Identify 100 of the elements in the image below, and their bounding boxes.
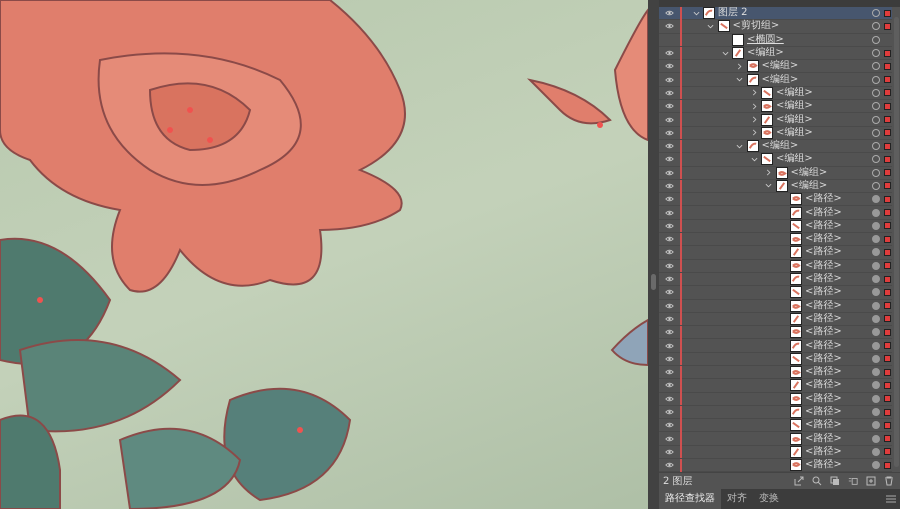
- layer-row[interactable]: <路径>: [659, 419, 892, 432]
- selection-indicator[interactable]: [884, 435, 891, 442]
- eye-icon[interactable]: [664, 90, 674, 96]
- eye-icon[interactable]: [664, 369, 674, 376]
- eye-icon[interactable]: [664, 342, 674, 349]
- layer-row[interactable]: <路径>: [659, 326, 892, 340]
- layer-row[interactable]: <路径>: [659, 206, 892, 220]
- layer-row[interactable]: <编组>: [659, 100, 892, 114]
- target-circle-icon[interactable]: [872, 421, 880, 430]
- panel-tab[interactable]: 路径查找器: [659, 489, 721, 509]
- layer-row[interactable]: <编组>: [659, 140, 892, 154]
- layer-row[interactable]: <路径>: [659, 352, 892, 366]
- layer-row[interactable]: <编组>: [659, 86, 892, 100]
- export-icon[interactable]: [794, 476, 804, 486]
- target-circle-icon[interactable]: [872, 328, 880, 336]
- eye-icon[interactable]: [664, 196, 674, 202]
- eye-icon[interactable]: [664, 103, 674, 110]
- layer-row[interactable]: <路径>: [659, 432, 892, 446]
- eye-icon[interactable]: [664, 50, 674, 56]
- eye-icon[interactable]: [664, 210, 674, 216]
- selection-indicator[interactable]: [884, 169, 891, 176]
- target-circle-icon[interactable]: [872, 394, 880, 403]
- chevron-right-icon[interactable]: [736, 62, 743, 70]
- target-circle-icon[interactable]: [872, 222, 880, 230]
- target-circle-icon[interactable]: [872, 448, 880, 456]
- target-circle-icon[interactable]: [872, 168, 880, 177]
- menu-icon[interactable]: [886, 495, 896, 503]
- eye-icon[interactable]: [664, 23, 674, 30]
- target-circle-icon[interactable]: [872, 342, 880, 350]
- eye-icon[interactable]: [664, 156, 674, 162]
- layer-row[interactable]: <编组>: [659, 60, 892, 74]
- eye-icon[interactable]: [664, 222, 674, 229]
- selection-indicator[interactable]: [884, 248, 891, 256]
- eye-icon[interactable]: [664, 289, 674, 296]
- selection-indicator[interactable]: [884, 395, 891, 402]
- eye-icon[interactable]: [664, 409, 674, 416]
- chevron-down-icon[interactable]: [750, 156, 758, 163]
- eye-icon[interactable]: [664, 170, 674, 176]
- layer-row[interactable]: <路径>: [659, 260, 892, 273]
- new-layer-icon[interactable]: [866, 476, 876, 486]
- target-circle-icon[interactable]: [872, 434, 880, 443]
- layer-row[interactable]: <编组>: [659, 153, 892, 167]
- selection-indicator[interactable]: [884, 408, 891, 416]
- selection-indicator[interactable]: [884, 262, 891, 270]
- target-circle-icon[interactable]: [872, 88, 880, 97]
- selection-indicator[interactable]: [884, 129, 891, 136]
- target-circle-icon[interactable]: [872, 354, 880, 363]
- eye-icon[interactable]: [664, 316, 674, 322]
- target-circle-icon[interactable]: [872, 9, 880, 18]
- layer-row[interactable]: <编组>: [659, 46, 892, 60]
- target-circle-icon[interactable]: [872, 302, 880, 310]
- chevron-down-icon[interactable]: [692, 10, 700, 17]
- eye-icon[interactable]: [664, 422, 674, 428]
- target-circle-icon[interactable]: [872, 22, 880, 30]
- selection-indicator[interactable]: [884, 196, 891, 203]
- selection-indicator[interactable]: [884, 182, 891, 190]
- eye-icon[interactable]: [664, 356, 674, 362]
- selection-indicator[interactable]: [884, 462, 891, 469]
- panel-tab[interactable]: 变换: [753, 489, 785, 509]
- eye-icon[interactable]: [664, 276, 674, 282]
- layer-row[interactable]: <编组>: [659, 166, 892, 180]
- selection-indicator[interactable]: [884, 422, 891, 429]
- eye-icon[interactable]: [664, 249, 674, 256]
- chevron-right-icon[interactable]: [750, 102, 758, 110]
- chevron-down-icon[interactable]: [736, 142, 743, 150]
- layer-row[interactable]: 图层 2: [659, 6, 892, 20]
- eye-icon[interactable]: [664, 382, 674, 388]
- chevron-down-icon[interactable]: [765, 182, 772, 190]
- layer-row[interactable]: <路径>: [659, 459, 892, 472]
- chevron-down-icon[interactable]: [736, 76, 743, 84]
- selection-indicator[interactable]: [884, 355, 891, 362]
- target-circle-icon[interactable]: [872, 208, 880, 217]
- target-circle-icon[interactable]: [872, 288, 880, 296]
- target-circle-icon[interactable]: [872, 76, 880, 84]
- layer-row[interactable]: <路径>: [659, 193, 892, 206]
- eye-icon[interactable]: [664, 63, 674, 70]
- selection-indicator[interactable]: [884, 89, 891, 96]
- layer-row[interactable]: <编组>: [659, 113, 892, 127]
- eye-icon[interactable]: [664, 396, 674, 402]
- chevron-right-icon[interactable]: [750, 129, 758, 136]
- target-circle-icon[interactable]: [872, 248, 880, 256]
- eye-icon[interactable]: [664, 329, 674, 336]
- target-circle-icon[interactable]: [872, 116, 880, 124]
- selection-indicator[interactable]: [884, 315, 891, 322]
- chevron-right-icon[interactable]: [750, 116, 758, 123]
- layer-row[interactable]: <椭圆>: [659, 34, 892, 47]
- target-circle-icon[interactable]: [872, 381, 880, 390]
- target-circle-icon[interactable]: [872, 128, 880, 137]
- layer-row[interactable]: <路径>: [659, 286, 892, 300]
- selection-indicator[interactable]: [884, 22, 891, 30]
- target-circle-icon[interactable]: [872, 142, 880, 150]
- target-circle-icon[interactable]: [872, 235, 880, 244]
- target-circle-icon[interactable]: [872, 182, 880, 190]
- layer-row[interactable]: <路径>: [659, 379, 892, 393]
- layer-row[interactable]: <编组>: [659, 73, 892, 87]
- selection-indicator[interactable]: [884, 236, 891, 243]
- selection-indicator[interactable]: [884, 368, 891, 376]
- target-circle-icon[interactable]: [872, 195, 880, 204]
- layer-row[interactable]: <路径>: [659, 392, 892, 406]
- target-circle-icon[interactable]: [872, 262, 880, 270]
